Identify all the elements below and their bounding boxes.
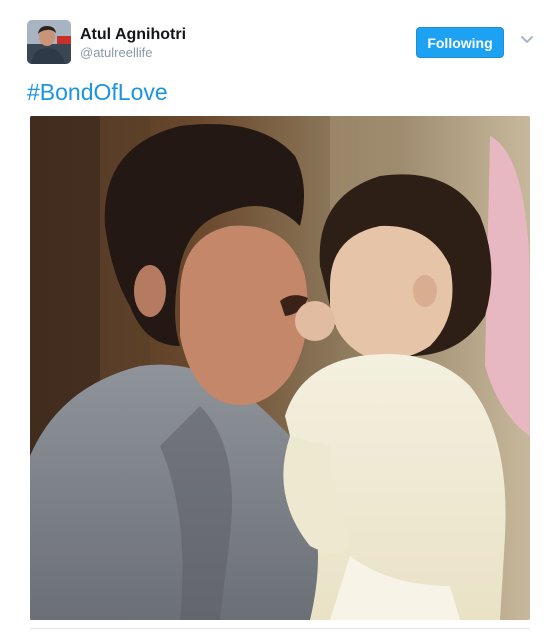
author-name[interactable]: Atul Agnihotri [80, 26, 186, 44]
chevron-down-icon [521, 36, 533, 43]
tweet-menu-button[interactable] [517, 30, 537, 50]
photo-image [30, 116, 530, 620]
tweet-card: Atul Agnihotri @atulreellife Following #… [0, 0, 560, 632]
author-avatar[interactable] [27, 20, 71, 64]
following-button[interactable]: Following [416, 27, 504, 58]
author-names: Atul Agnihotri @atulreellife [80, 26, 186, 61]
hashtag-link[interactable]: #BondOfLove [27, 78, 168, 106]
avatar-photo-icon [27, 20, 71, 64]
tweet-photo[interactable] [30, 116, 530, 620]
tweet-header: Atul Agnihotri @atulreellife Following [27, 20, 542, 66]
tweet-divider [30, 628, 530, 629]
author-handle[interactable]: @atulreellife [80, 45, 186, 61]
